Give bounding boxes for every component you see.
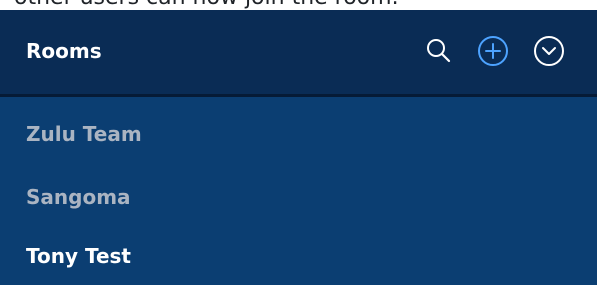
room-item-zulu-team[interactable]: Zulu Team <box>0 109 597 159</box>
search-button[interactable] <box>422 34 456 68</box>
rooms-title: Rooms <box>26 39 102 63</box>
room-list: Zulu Team Sangoma Tony Test <box>0 97 597 285</box>
rooms-sidebar: Rooms Zulu Team Sangoma Tony Test <box>0 10 597 285</box>
add-room-button[interactable] <box>476 34 510 68</box>
search-icon <box>427 39 451 63</box>
document-text-line: other users can now join the room. <box>14 0 399 10</box>
room-label: Sangoma <box>26 185 131 209</box>
rooms-menu-button[interactable] <box>532 34 566 68</box>
room-label: Zulu Team <box>26 122 142 146</box>
room-item-sangoma[interactable]: Sangoma <box>0 172 597 222</box>
room-item-tony-test[interactable]: Tony Test <box>0 231 597 281</box>
room-label: Tony Test <box>26 244 131 268</box>
chevron-down-circle-icon <box>534 36 564 66</box>
rooms-header: Rooms <box>0 10 597 97</box>
plus-circle-icon <box>478 36 508 66</box>
screen: other users can now join the room. Rooms <box>0 0 605 294</box>
